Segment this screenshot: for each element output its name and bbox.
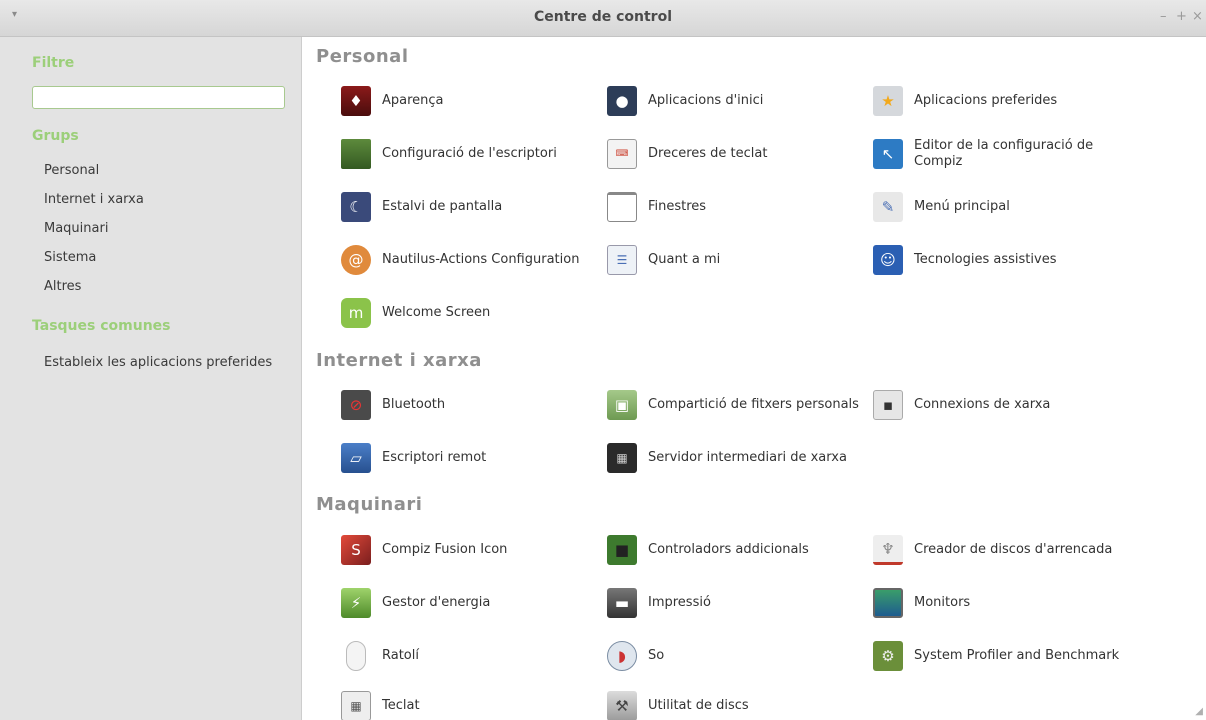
close-icon[interactable]: × bbox=[1192, 9, 1203, 24]
task-set-preferred-apps[interactable]: Estableix les aplicacions preferides bbox=[44, 355, 272, 370]
keyboard-shortcuts-icon: ⌨ bbox=[607, 139, 637, 169]
power-manager-icon: ⚡ bbox=[341, 588, 371, 618]
about-me-icon: ☰ bbox=[607, 245, 637, 275]
additional-drivers-icon: ■ bbox=[607, 535, 637, 565]
windows-icon bbox=[607, 192, 637, 222]
sidebar-item-internet[interactable]: Internet i xarxa bbox=[44, 192, 144, 207]
accessibility-icon: ☺ bbox=[873, 245, 903, 275]
resize-grip-icon[interactable]: ◢ bbox=[1195, 706, 1203, 717]
maximize-icon[interactable]: + bbox=[1176, 9, 1187, 24]
window-title: Centre de control bbox=[534, 9, 672, 25]
category-title-internet: Internet i xarxa bbox=[316, 350, 482, 371]
title-bar: ▾ Centre de control – + × bbox=[0, 0, 1206, 37]
mouse-icon bbox=[346, 641, 366, 671]
sound-icon: ◗ bbox=[607, 641, 637, 671]
main-menu-icon: ✎ bbox=[873, 192, 903, 222]
printer-icon: ▬ bbox=[607, 588, 637, 618]
sidebar-item-hardware[interactable]: Maquinari bbox=[44, 221, 108, 236]
mint-welcome-icon: m bbox=[341, 298, 371, 328]
keyboard-icon: ▦ bbox=[341, 691, 371, 720]
monitors-icon bbox=[873, 588, 903, 618]
network-connections-icon: ▪ bbox=[873, 390, 903, 420]
sidebar-item-system[interactable]: Sistema bbox=[44, 250, 96, 265]
category-title-personal: Personal bbox=[316, 46, 409, 67]
compiz-fusion-icon: S bbox=[341, 535, 371, 565]
nautilus-actions-icon: @ bbox=[341, 245, 371, 275]
file-sharing-icon: ▣ bbox=[607, 390, 637, 420]
category-title-hardware: Maquinari bbox=[316, 494, 423, 515]
groups-heading: Grups bbox=[32, 128, 79, 144]
sidebar-item-other[interactable]: Altres bbox=[44, 279, 81, 294]
network-proxy-icon: ▦ bbox=[607, 443, 637, 473]
bluetooth-icon: ⊘ bbox=[341, 390, 371, 420]
minimize-icon[interactable]: – bbox=[1160, 9, 1167, 24]
filter-heading: Filtre bbox=[32, 55, 75, 71]
disk-utility-icon: ⚒ bbox=[607, 691, 637, 720]
search-input[interactable] bbox=[32, 86, 285, 109]
desktop-settings-icon bbox=[341, 139, 371, 169]
startup-apps-icon: ● bbox=[607, 86, 637, 116]
compiz-config-icon: ↖ bbox=[873, 139, 903, 169]
sidebar: Filtre Grups Personal Internet i xarxa M… bbox=[0, 37, 302, 720]
tasks-heading: Tasques comunes bbox=[32, 318, 171, 334]
main-content: Personal ♦ Aparença ● Aplicacions d'inic… bbox=[302, 37, 1206, 720]
preferred-apps-icon: ★ bbox=[873, 86, 903, 116]
screensaver-icon: ☾ bbox=[341, 192, 371, 222]
startup-disk-creator-icon: ♆ bbox=[873, 535, 903, 565]
remote-desktop-icon: ▱ bbox=[341, 443, 371, 473]
system-profiler-icon: ⚙ bbox=[873, 641, 903, 671]
sidebar-item-personal[interactable]: Personal bbox=[44, 163, 99, 178]
appearance-icon: ♦ bbox=[341, 86, 371, 116]
